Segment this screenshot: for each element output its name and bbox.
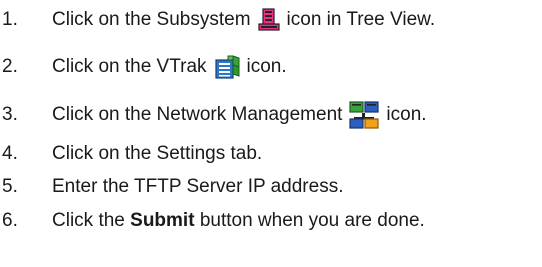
vtrak-icon	[214, 54, 240, 80]
step-text: Click on the Settings tab.	[52, 143, 263, 164]
step-number: 6.	[2, 210, 18, 231]
submit-label: Submit	[130, 210, 195, 231]
step-2: 2. Click on the VTrak icon.	[0, 52, 287, 82]
step-text: icon.	[246, 56, 287, 77]
step-text: Click on the Network Management	[52, 104, 343, 125]
network-management-icon	[349, 101, 380, 129]
step-number: 2.	[2, 56, 18, 77]
step-text: icon in Tree View.	[286, 9, 436, 30]
step-text: Click on the Subsystem	[52, 9, 251, 30]
step-text: Enter the TFTP Server IP address.	[52, 176, 344, 197]
step-number: 3.	[2, 104, 18, 125]
step-text: icon.	[386, 104, 427, 125]
step-6: 6. Click the Submit button when you are …	[0, 206, 425, 236]
step-1: 1. Click on the Subsystem icon in Tree V…	[0, 5, 435, 35]
subsystem-icon	[257, 8, 280, 32]
step-5: 5. Enter the TFTP Server IP address.	[0, 172, 343, 202]
step-number: 4.	[2, 143, 18, 164]
step-number: 5.	[2, 176, 18, 197]
step-text: Click on the VTrak	[52, 56, 207, 77]
instruction-steps: 1. Click on the Subsystem icon in Tree V…	[0, 0, 542, 267]
step-3: 3. Click on the Network Management icon.	[0, 100, 427, 130]
step-text: button when you are done.	[199, 210, 425, 231]
step-text: Click the	[52, 210, 125, 231]
step-number: 1.	[2, 9, 18, 30]
step-4: 4. Click on the Settings tab.	[0, 139, 262, 169]
